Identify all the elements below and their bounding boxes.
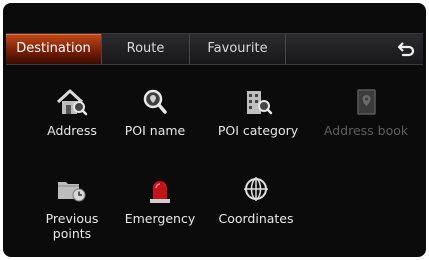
house-search-icon	[56, 89, 88, 116]
menu-item-poi-category[interactable]: POI category	[210, 87, 306, 138]
back-button[interactable]	[393, 35, 419, 63]
menu-item-address[interactable]: Address	[24, 87, 120, 138]
menu-item-label: Address book	[323, 123, 409, 138]
menu-item-emergency[interactable]: Emergency	[112, 175, 208, 226]
menu-item-coordinates[interactable]: Coordinates	[208, 175, 304, 226]
magnifier-icon	[143, 89, 167, 114]
menu-item-poi-name[interactable]: POI name	[107, 87, 203, 138]
crosshair-globe-icon	[244, 177, 268, 201]
menu-item-address-book[interactable]: Address book	[318, 87, 414, 138]
menu-item-label: Previous points	[45, 211, 99, 241]
menu-item-label: Address	[47, 123, 97, 138]
menu-item-previous-points[interactable]: Previous points	[24, 175, 120, 241]
back-arrow-icon	[397, 42, 415, 57]
menu-item-label: POI name	[124, 123, 186, 138]
menu-item-label: Emergency	[124, 211, 196, 226]
building-search-icon	[247, 91, 273, 115]
menu-item-label: POI category	[217, 123, 299, 138]
tab-destination[interactable]: Destination	[6, 34, 102, 64]
tab-bar: Destination Route Favourite	[6, 33, 423, 65]
folder-clock-icon	[58, 182, 86, 202]
tab-route[interactable]: Route	[102, 34, 190, 64]
siren-icon	[150, 181, 170, 203]
address-book-icon	[357, 89, 376, 115]
navigation-screen: Destination Route Favourite Address POI …	[3, 3, 426, 257]
menu-item-label: Coordinates	[218, 211, 294, 226]
tab-favourite[interactable]: Favourite	[190, 34, 286, 64]
